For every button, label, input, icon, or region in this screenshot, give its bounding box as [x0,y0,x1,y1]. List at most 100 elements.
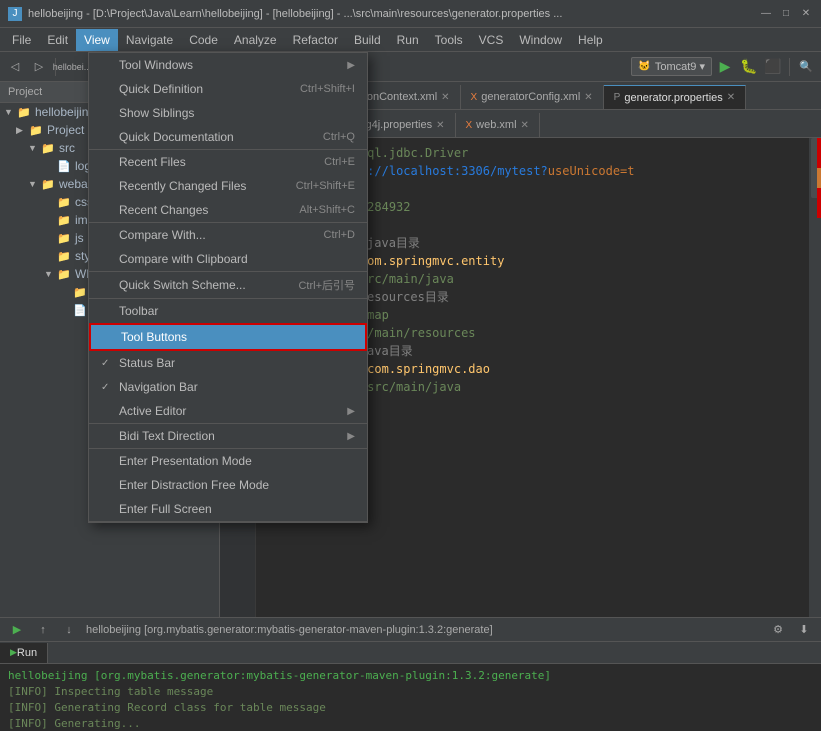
menu-compare-with[interactable]: Compare With... Ctrl+D [89,223,367,247]
dropdown-section-6: Bidi Text Direction ▶ [89,424,367,449]
menu-quick-switch[interactable]: Quick Switch Scheme... Ctrl+后引号 [89,272,367,298]
window-title: hellobeijing - [D:\Project\Java\Learn\he… [28,8,562,20]
menu-vcs[interactable]: VCS [471,29,512,51]
sync-status-icon[interactable]: ⬇ [795,621,813,639]
run-button[interactable]: ▶ [714,56,736,78]
status-task-label: hellobeijing [org.mybatis.generator:myba… [86,624,493,636]
item-label: Enter Presentation Mode [119,454,355,468]
menu-refactor[interactable]: Refactor [285,29,346,51]
view-dropdown-menu: Tool Windows ▶ Quick Definition Ctrl+Shi… [88,52,368,523]
menu-code[interactable]: Code [181,29,226,51]
tab-close-icon[interactable]: ✕ [441,92,449,103]
item-label: Toolbar [119,304,355,318]
editor-scrollbar[interactable] [809,138,821,617]
item-label: Status Bar [119,356,355,370]
menu-tools[interactable]: Tools [427,29,471,51]
menu-presentation-mode[interactable]: Enter Presentation Mode [89,449,367,473]
console-text-2: [INFO] Generating Record class for table… [8,701,326,714]
run-icon: ▶ [10,647,17,658]
menu-compare-clipboard[interactable]: Compare with Clipboard [89,247,367,271]
shortcut-label: Alt+Shift+C [299,204,355,216]
menu-edit[interactable]: Edit [39,29,76,51]
check-icon: ✓ [101,358,115,369]
item-label: Quick Switch Scheme... [119,278,268,292]
menu-file[interactable]: File [4,29,39,51]
folder-icon: 📁 [16,106,32,119]
tab-close-icon[interactable]: ✕ [521,120,529,131]
console-line-3: [INFO] Generating... [8,716,813,731]
menu-window[interactable]: Window [511,29,570,51]
status-bar: ▶ ↑ ↓ hellobeijing [org.mybatis.generato… [0,617,821,641]
tree-label: hellobeijing [35,105,95,119]
menu-navigation-bar[interactable]: ✓ Navigation Bar [89,375,367,399]
file-icon: 📄 [56,160,72,173]
down-status-icon[interactable]: ↓ [60,621,78,639]
settings-status-icon[interactable]: ⚙ [769,621,787,639]
menu-bidi-text[interactable]: Bidi Text Direction ▶ [89,424,367,448]
tab-genconfig[interactable]: X generatorConfig.xml ✕ [461,85,604,109]
console-area: ▶ Run hellobeijing [org.mybatis.generato… [0,641,821,731]
tomcat-dropdown[interactable]: 🐱 Tomcat9 ▾ [631,57,712,76]
menu-build[interactable]: Build [346,29,389,51]
console-tab-run-label: Run [17,647,37,659]
close-button[interactable]: ✕ [799,7,813,21]
item-label: Compare With... [119,228,294,242]
menu-analyze[interactable]: Analyze [226,29,285,51]
tab-icon: X [471,92,478,103]
item-label: Active Editor [119,404,347,418]
debug-button[interactable]: 🐛 [738,56,760,78]
menu-distraction-free[interactable]: Enter Distraction Free Mode [89,473,367,497]
item-label: Recent Files [119,155,294,169]
item-label: Bidi Text Direction [119,429,347,443]
menu-recent-changes[interactable]: Recent Changes Alt+Shift+C [89,198,367,222]
menu-run[interactable]: Run [389,29,427,51]
item-label: Navigation Bar [119,380,355,394]
shortcut-label: Ctrl+E [324,156,355,168]
menu-active-editor[interactable]: Active Editor ▶ [89,399,367,423]
tab-close-icon[interactable]: ✕ [584,92,592,103]
console-content: hellobeijing [org.mybatis.generator:myba… [0,664,821,731]
menu-recent-files[interactable]: Recent Files Ctrl+E [89,150,367,174]
menu-status-bar[interactable]: ✓ Status Bar [89,351,367,375]
tab-close-icon[interactable]: ✕ [727,92,735,103]
menu-tool-buttons[interactable]: Tool Buttons [89,323,367,351]
toolbar-project[interactable]: hellobei... [61,56,83,78]
menu-tool-windows[interactable]: Tool Windows ▶ [89,53,367,77]
menu-view[interactable]: View [76,29,118,51]
menu-quick-definition[interactable]: Quick Definition Ctrl+Shift+I [89,77,367,101]
menu-show-siblings[interactable]: Show Siblings [89,101,367,125]
folder-icon: 📁 [56,196,72,209]
folder-icon: 📁 [56,250,72,263]
tab-close-icon[interactable]: ✕ [436,120,444,131]
search-everywhere[interactable]: 🔍 [795,56,817,78]
console-tab-bar: ▶ Run [0,642,821,664]
toolbar-fwd[interactable]: ▷ [28,56,50,78]
console-tab-run[interactable]: ▶ Run [0,643,48,663]
tab-webxml[interactable]: X web.xml ✕ [456,113,540,137]
menu-recently-changed[interactable]: Recently Changed Files Ctrl+Shift+E [89,174,367,198]
tree-arrow: ▶ [16,125,28,136]
item-label: Recently Changed Files [119,179,266,193]
tab-genprops[interactable]: P generator.properties ✕ [604,85,747,109]
run-status-icon[interactable]: ▶ [8,621,26,639]
maximize-button[interactable]: □ [779,7,793,21]
submenu-arrow: ▶ [347,406,355,417]
tab-label: log4j.properties [357,119,432,131]
tree-arrow: ▼ [4,107,16,117]
shortcut-label: Ctrl+后引号 [298,277,355,293]
menu-help[interactable]: Help [570,29,611,51]
title-bar: J hellobeijing - [D:\Project\Java\Learn\… [0,0,821,28]
tree-label: Project [47,123,84,137]
dropdown-section-7: Enter Presentation Mode Enter Distractio… [89,449,367,522]
item-label: Show Siblings [119,106,355,120]
menu-toolbar[interactable]: Toolbar [89,299,367,323]
app-icon: J [8,7,22,21]
stop-button[interactable]: ⬛ [762,56,784,78]
toolbar-back[interactable]: ◁ [4,56,26,78]
minimize-button[interactable]: — [759,7,773,21]
menu-quick-docs[interactable]: Quick Documentation Ctrl+Q [89,125,367,149]
run-task-label: hellobeijing [org.mybatis.generator:myba… [8,669,551,682]
menu-navigate[interactable]: Navigate [118,29,181,51]
menu-fullscreen[interactable]: Enter Full Screen [89,497,367,521]
debug-status-icon[interactable]: ↑ [34,621,52,639]
